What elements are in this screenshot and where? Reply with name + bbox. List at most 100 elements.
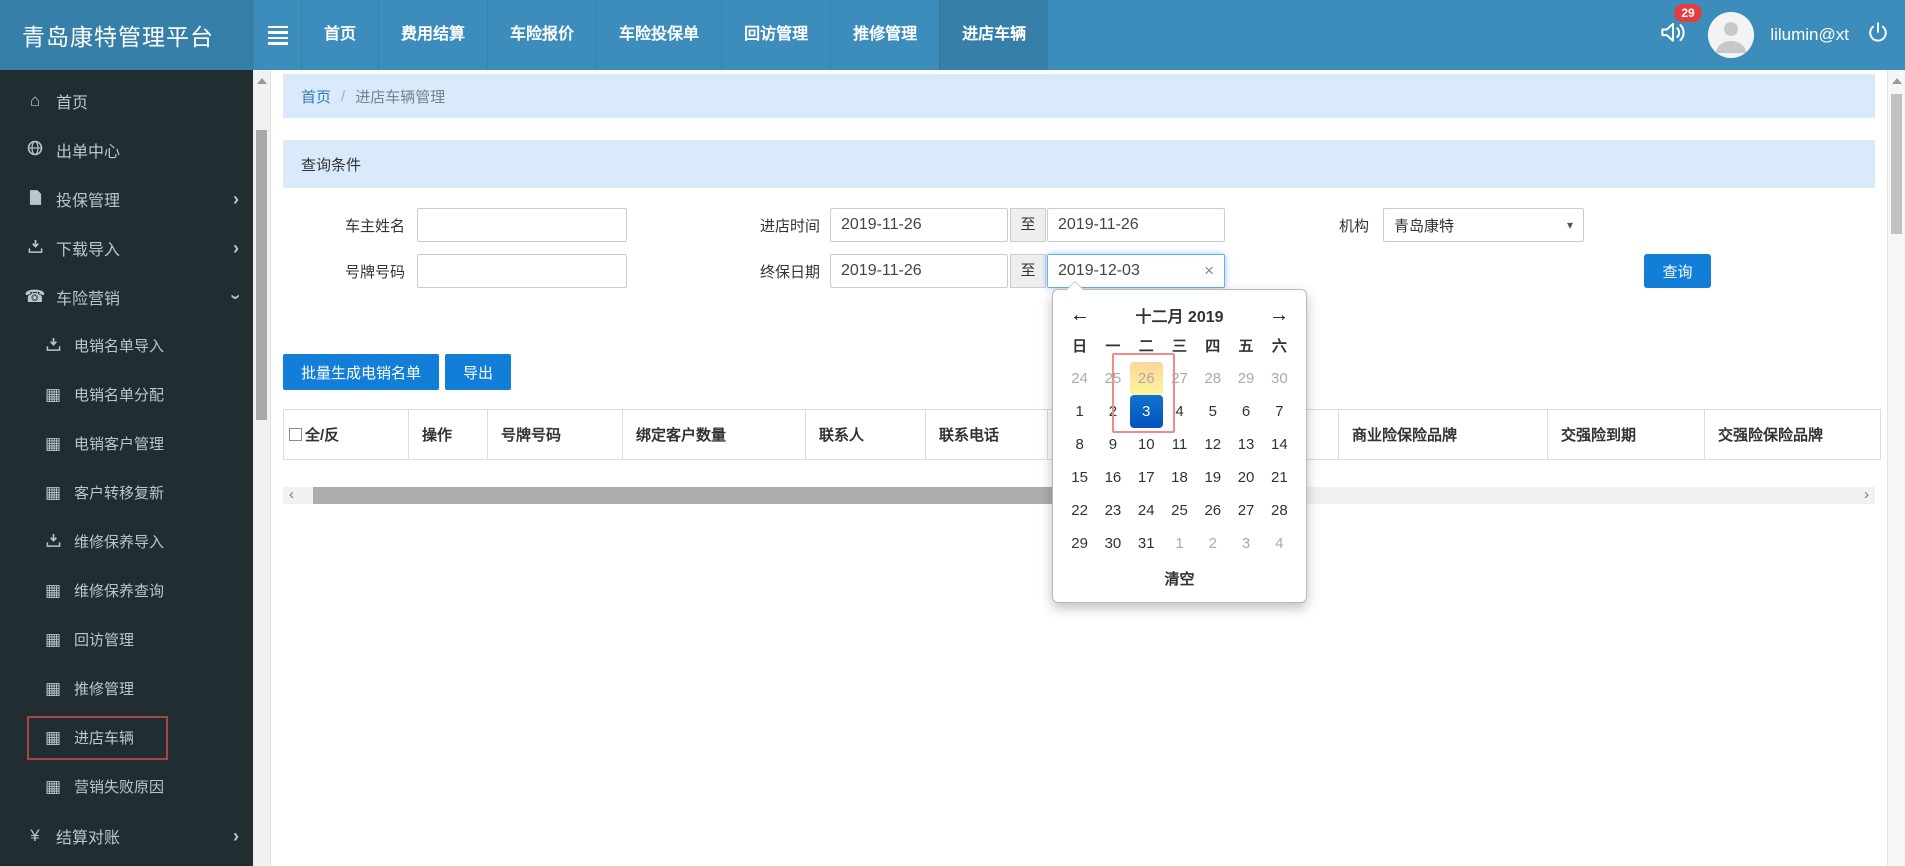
calendar-day[interactable]: 11 (1163, 428, 1196, 461)
sidebar-item[interactable]: ▦ 电销客户管理 (0, 419, 253, 468)
owner-name-input[interactable] (417, 208, 627, 242)
calendar-day[interactable]: 30 (1263, 362, 1296, 395)
calendar-day[interactable]: 31 (1130, 527, 1163, 560)
sidebar-item[interactable]: ▦ 回访管理 (0, 615, 253, 664)
search-button[interactable]: 查询 (1644, 254, 1711, 288)
calendar-day[interactable]: 24 (1063, 362, 1096, 395)
sidebar-item[interactable]: ▦ 电销名单分配 (0, 370, 253, 419)
calendar-day[interactable]: 3 (1229, 527, 1262, 560)
calendar-day[interactable]: 10 (1130, 428, 1163, 461)
calendar-day[interactable]: 12 (1196, 428, 1229, 461)
calendar-day[interactable]: 26 (1129, 362, 1163, 395)
calendar-day[interactable]: 14 (1263, 428, 1296, 461)
sidebar-item[interactable]: ☎ 车险营销 › (0, 272, 253, 321)
page-scrollbar-thumb[interactable] (1891, 94, 1902, 234)
entry-time-from-input[interactable]: 2019-11-26 (830, 208, 1008, 242)
calendar-day[interactable]: 22 (1063, 494, 1096, 527)
calendar-day[interactable]: 23 (1096, 494, 1129, 527)
sidebar-item[interactable]: ¥ 结算对账 › (0, 811, 253, 860)
page-scrollbar[interactable] (1887, 70, 1905, 866)
calendar-day[interactable]: 19 (1196, 461, 1229, 494)
clear-date-icon[interactable]: × (1204, 261, 1214, 281)
hamburger-menu-icon[interactable] (253, 0, 301, 70)
scroll-left-arrow-icon[interactable]: ‹ (283, 487, 300, 504)
end-date-from-input[interactable]: 2019-11-26 (830, 254, 1008, 288)
calendar-day[interactable]: 6 (1229, 395, 1262, 428)
scroll-right-arrow-icon[interactable]: › (1858, 487, 1875, 504)
calendar-day[interactable]: 2 (1196, 527, 1229, 560)
sidebar-item[interactable]: ▦ 推修管理 (0, 664, 253, 713)
calendar-day[interactable]: 28 (1196, 362, 1229, 395)
sidebar-item-label: 电销名单分配 (74, 387, 165, 404)
prev-month-arrow-icon[interactable]: ← (1063, 304, 1097, 327)
datepicker-month-title[interactable]: 十二月 2019 (1097, 303, 1262, 327)
topnav-item[interactable]: 费用结算 (378, 0, 487, 70)
calendar-day[interactable]: 24 (1130, 494, 1163, 527)
scroll-up-arrow-icon[interactable] (1892, 78, 1902, 84)
calendar-day[interactable]: 30 (1096, 527, 1129, 560)
calendar-day[interactable]: 1 (1163, 527, 1196, 560)
sidebar-item[interactable]: ▦ 营销失败原因 (0, 762, 253, 811)
calendar-day[interactable]: 20 (1229, 461, 1262, 494)
calendar-day[interactable]: 28 (1263, 494, 1296, 527)
topnav-item[interactable]: 推修管理 (830, 0, 939, 70)
sidebar-item[interactable]: 投保管理 › (0, 174, 253, 223)
calendar-day[interactable]: 3 (1129, 395, 1163, 428)
column-header-label: 交强险到期 (1561, 427, 1637, 444)
calendar-day[interactable]: 25 (1163, 494, 1196, 527)
sidebar-item[interactable]: ⌂ 首页 (0, 76, 253, 125)
topnav-item[interactable]: 车险投保单 (596, 0, 721, 70)
sidebar-item[interactable]: 电销名单导入 (0, 321, 253, 370)
calendar-day[interactable]: 29 (1063, 527, 1096, 560)
sidebar-item[interactable]: 出单中心 (0, 125, 253, 174)
select-all-checkbox[interactable] (289, 428, 302, 441)
avatar[interactable] (1708, 12, 1755, 58)
calendar-day[interactable]: 29 (1229, 362, 1262, 395)
calendar-day[interactable]: 4 (1263, 527, 1296, 560)
notifications-button[interactable]: 29 (1658, 4, 1702, 52)
sidebar-item[interactable]: ▦ 进店车辆 (0, 713, 253, 762)
calendar-day[interactable]: 4 (1163, 395, 1196, 428)
breadcrumb-home-link[interactable]: 首页 (301, 86, 331, 107)
sidebar-scrollbar-thumb[interactable] (256, 130, 267, 420)
calendar-day[interactable]: 27 (1229, 494, 1262, 527)
sidebar-item[interactable]: ▦ 客户转移复新 (0, 468, 253, 517)
calendar-day[interactable]: 9 (1096, 428, 1129, 461)
sidebar-scrollbar[interactable] (253, 70, 271, 866)
calendar-day[interactable]: 13 (1229, 428, 1262, 461)
calendar-day[interactable]: 8 (1063, 428, 1096, 461)
sidebar-item[interactable]: 维修保养导入 (0, 517, 253, 566)
calendar-day[interactable]: 18 (1163, 461, 1196, 494)
calendar-day[interactable]: 26 (1196, 494, 1229, 527)
grid-icon: ▦ (44, 727, 62, 747)
logout-button[interactable] (1865, 20, 1891, 51)
sidebar-item[interactable]: ▦ 维修保养查询 (0, 566, 253, 615)
calendar-day[interactable]: 27 (1163, 362, 1196, 395)
next-month-arrow-icon[interactable]: → (1262, 304, 1296, 327)
topnav-item[interactable]: 进店车辆 (939, 0, 1049, 70)
username-label[interactable]: lilumin@xt (1770, 25, 1849, 45)
column-header: 联系电话 (925, 409, 1048, 460)
calendar-day[interactable]: 15 (1063, 461, 1096, 494)
datepicker-clear-button[interactable]: 清空 (1063, 564, 1296, 596)
topnav-item[interactable]: 回访管理 (721, 0, 830, 70)
calendar-day[interactable]: 25 (1096, 362, 1129, 395)
org-select[interactable]: 青岛康特 ▾ (1383, 208, 1584, 242)
calendar-day[interactable]: 17 (1130, 461, 1163, 494)
batch-generate-button[interactable]: 批量生成电销名单 (283, 354, 440, 390)
calendar-day[interactable]: 1 (1063, 395, 1096, 428)
calendar-day[interactable]: 5 (1196, 395, 1229, 428)
grid-icon: ▦ (44, 776, 62, 796)
calendar-day[interactable]: 7 (1263, 395, 1296, 428)
calendar-day[interactable]: 16 (1096, 461, 1129, 494)
calendar-day[interactable]: 2 (1096, 395, 1129, 428)
scroll-up-arrow-icon[interactable] (257, 78, 267, 84)
topnav-item[interactable]: 车险报价 (487, 0, 596, 70)
calendar-day[interactable]: 21 (1263, 461, 1296, 494)
plate-number-input[interactable] (417, 254, 627, 288)
sidebar-item[interactable]: 下载导入 › (0, 223, 253, 272)
export-button[interactable]: 导出 (445, 354, 512, 390)
topnav-item[interactable]: 首页 (301, 0, 378, 70)
entry-time-to-input[interactable]: 2019-11-26 (1047, 208, 1225, 242)
owner-name-label: 车主姓名 (344, 217, 405, 235)
